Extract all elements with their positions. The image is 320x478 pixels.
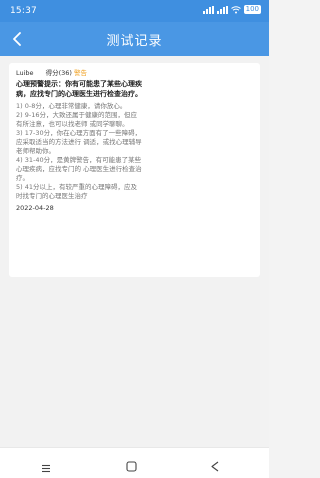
score-rule: 3) 17-30分，你在心理方面有了一些障碍，应采取适当的方法进行 调适，或找心… <box>16 129 142 155</box>
signal-icon <box>202 5 214 14</box>
menu-icon[interactable] <box>41 458 51 477</box>
score-rule: 5) 41分以上，有较严重的心理障碍，应及时找专门的心理医生治疗 <box>16 183 138 200</box>
score-rule: 4) 31-40分，是黄牌警告，有可能患了某些心理疾病，应找专门的 心理医生进行… <box>16 156 142 182</box>
score-rule: 2) 9-16分，大致还属于健康的范围，但应有所注意，也可以找老师 或同学聊聊。 <box>16 111 137 128</box>
record-header: Luibe 得分(36) 警告 <box>16 69 142 78</box>
status-time: 15:37 <box>10 6 37 16</box>
record-user: Luibe <box>16 69 34 77</box>
status-bar: 15:37 100 <box>0 0 269 22</box>
home-icon[interactable] <box>126 457 137 476</box>
score-rule: 1) 0-8分，心理非常健康，请你放心。 <box>16 102 127 110</box>
screen: 15:37 100 测试记录 Luibe 得分(36) 警告 心理预警提示：你有… <box>0 0 269 478</box>
record-content: Luibe 得分(36) 警告 心理预警提示：你有可能患了某些心理疾病，应找专门的… <box>16 69 142 213</box>
record-score: 得分(36) <box>45 69 72 77</box>
record-tip: 心理预警提示：你有可能患了某些心理疾病，应找专门的心理医生进行检查治疗。 <box>16 80 142 98</box>
nav-back-icon[interactable] <box>210 457 220 476</box>
signal-icon-2 <box>216 5 228 14</box>
battery-icon: 100 <box>243 5 261 14</box>
record-level-badge: 警告 <box>73 69 87 77</box>
status-icons: 100 <box>202 5 261 14</box>
system-nav-bar <box>0 447 269 478</box>
wifi-icon <box>230 5 241 14</box>
score-rules: 1) 0-8分，心理非常健康，请你放心。 2) 9-16分，大致还属于健康的范围… <box>16 102 142 201</box>
record-date: 2022-04-28 <box>16 204 54 212</box>
app-bar: 测试记录 <box>0 22 269 56</box>
record-card[interactable]: Luibe 得分(36) 警告 心理预警提示：你有可能患了某些心理疾病，应找专门的… <box>9 63 260 277</box>
page-title: 测试记录 <box>106 34 163 49</box>
